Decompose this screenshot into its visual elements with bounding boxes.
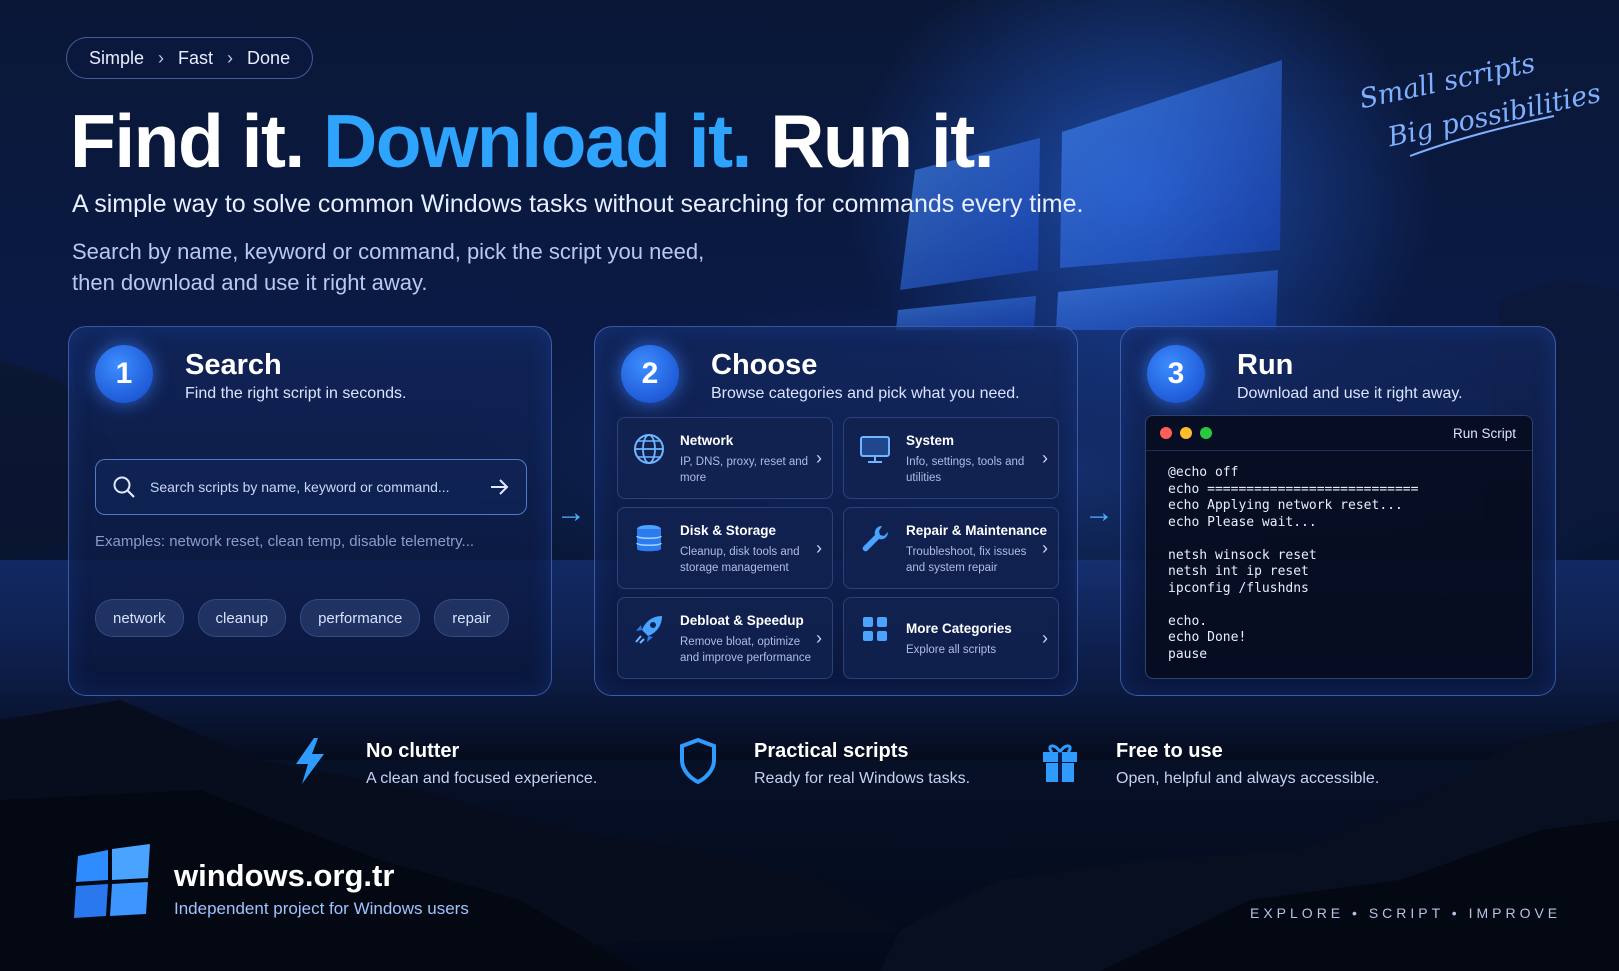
terminal-window: Run Script @echo off echo ==============…: [1145, 415, 1533, 679]
card-desc-choose: Browse categories and pick what you need…: [711, 385, 1020, 402]
feature-title: Free to use: [1116, 740, 1223, 762]
category-disk-storage[interactable]: Disk & Storage Cleanup, disk tools and s…: [617, 507, 833, 589]
breadcrumb: Simple › Fast › Done: [66, 37, 314, 79]
subtitle: A simple way to solve common Windows tas…: [72, 190, 1084, 218]
footer-tagline: EXPLORE • SCRIPT • IMPROVE: [1250, 905, 1562, 921]
category-name: Disk & Storage: [680, 523, 777, 538]
script-code: @echo off echo =========================…: [1168, 465, 1419, 662]
monitor-icon: [860, 436, 890, 463]
globe-icon: [634, 434, 664, 464]
arrow-right-icon: →: [556, 496, 586, 529]
category-grid: Network IP, DNS, proxy, reset and more ›…: [617, 417, 1059, 679]
category-network[interactable]: Network IP, DNS, proxy, reset and more ›: [617, 417, 833, 499]
windows-logo-icon[interactable]: [74, 844, 154, 924]
step-number-2: 2: [621, 345, 679, 403]
description-line-2: then download and use it right away.: [72, 270, 428, 295]
chevron-right-icon: ›: [816, 448, 822, 468]
breadcrumb-item-done[interactable]: Done: [247, 48, 290, 69]
maximize-dot-icon[interactable]: [1200, 427, 1212, 439]
chip-performance[interactable]: performance: [300, 599, 421, 637]
rocket-icon: [635, 616, 662, 644]
category-name: Network: [680, 433, 734, 448]
step-number-1: 1: [95, 345, 153, 403]
category-desc: Troubleshoot, fix issues and system repa…: [906, 546, 1027, 574]
breadcrumb-item-simple[interactable]: Simple: [89, 48, 144, 69]
search-icon: [113, 476, 135, 498]
search-card: 1 Search Find the right script in second…: [68, 326, 552, 696]
handwritten-tagline: Small scripts Big possibilities: [1357, 38, 1604, 168]
chip-cleanup[interactable]: cleanup: [197, 599, 287, 637]
description-line-1: Search by name, keyword or command, pick…: [72, 239, 705, 264]
card-desc-search: Find the right script in seconds.: [185, 385, 407, 402]
page-title: Find it. Download it. Run it.: [70, 98, 995, 184]
arrow-right-icon: →: [1084, 496, 1114, 529]
category-desc: IP, DNS, proxy, reset and more: [680, 456, 809, 484]
chip-repair[interactable]: repair: [434, 599, 509, 637]
run-script-button[interactable]: Run Script: [1453, 426, 1516, 441]
category-debloat-speedup[interactable]: Debloat & Speedup Remove bloat, optimize…: [617, 597, 833, 679]
feature-desc: A clean and focused experience.: [366, 770, 598, 787]
title-part-2: Download it.: [323, 99, 752, 183]
feature-desc: Ready for real Windows tasks.: [754, 770, 971, 787]
card-desc-run: Download and use it right away.: [1237, 385, 1463, 402]
shield-icon: [680, 737, 716, 785]
brand-name[interactable]: windows.org.tr: [174, 858, 394, 894]
run-card: 3 Run Download and use it right away. Ru…: [1120, 326, 1556, 696]
database-icon: [636, 525, 662, 552]
search-placeholder: Search scripts by name, keyword or comma…: [150, 479, 450, 495]
close-dot-icon[interactable]: [1160, 427, 1172, 439]
underline-stroke: [1409, 115, 1555, 157]
chevron-right-icon: ›: [227, 47, 234, 68]
lightning-icon: [296, 738, 324, 784]
title-part-3: Run it.: [770, 99, 994, 183]
chevron-right-icon: ›: [1042, 448, 1048, 468]
title-part-1: Find it.: [70, 99, 305, 183]
chevron-right-icon: ›: [1042, 628, 1048, 648]
description: Search by name, keyword or command, pick…: [72, 236, 704, 298]
category-name: Repair & Maintenance: [906, 523, 1048, 538]
category-system[interactable]: System Info, settings, tools and utiliti…: [843, 417, 1059, 499]
terminal-titlebar: Run Script: [1146, 416, 1532, 451]
feature-title: Practical scripts: [754, 740, 909, 762]
arrow-right-icon[interactable]: [488, 476, 510, 498]
keyword-chips: network cleanup performance repair: [95, 599, 509, 637]
category-desc: Cleanup, disk tools and storage manageme…: [680, 546, 800, 574]
gift-icon: [1043, 744, 1077, 782]
category-desc: Remove bloat, optimize and improve perfo…: [680, 636, 812, 664]
search-input[interactable]: Search scripts by name, keyword or comma…: [95, 459, 527, 515]
breadcrumb-item-fast[interactable]: Fast: [178, 48, 213, 69]
feature-desc: Open, helpful and always accessible.: [1116, 770, 1380, 787]
category-name: System: [906, 433, 955, 448]
chevron-right-icon: ›: [1042, 538, 1048, 558]
category-repair-maintenance[interactable]: Repair & Maintenance Troubleshoot, fix i…: [843, 507, 1059, 589]
grid-icon: [863, 617, 887, 641]
category-name: More Categories: [906, 621, 1012, 636]
card-title-search: Search: [185, 349, 282, 381]
step-number-3: 3: [1147, 345, 1205, 403]
category-desc: Info, settings, tools and utilities: [906, 456, 1025, 484]
brand: windows.org.tr Independent project for W…: [74, 844, 469, 929]
minimize-dot-icon[interactable]: [1180, 427, 1192, 439]
brand-subtitle: Independent project for Windows users: [174, 899, 469, 918]
choose-card: 2 Choose Browse categories and pick what…: [594, 326, 1078, 696]
category-more[interactable]: More Categories Explore all scripts ›: [843, 597, 1059, 679]
chevron-right-icon: ›: [816, 538, 822, 558]
chevron-right-icon: ›: [158, 47, 165, 68]
category-desc: Explore all scripts: [906, 644, 997, 656]
card-title-choose: Choose: [711, 349, 818, 381]
card-title-run: Run: [1237, 349, 1294, 381]
wrench-icon: [862, 525, 889, 552]
chip-network[interactable]: network: [95, 599, 184, 637]
category-name: Debloat & Speedup: [680, 613, 804, 628]
feature-title: No clutter: [366, 740, 460, 762]
search-examples: Examples: network reset, clean temp, dis…: [95, 533, 475, 550]
chevron-right-icon: ›: [816, 628, 822, 648]
